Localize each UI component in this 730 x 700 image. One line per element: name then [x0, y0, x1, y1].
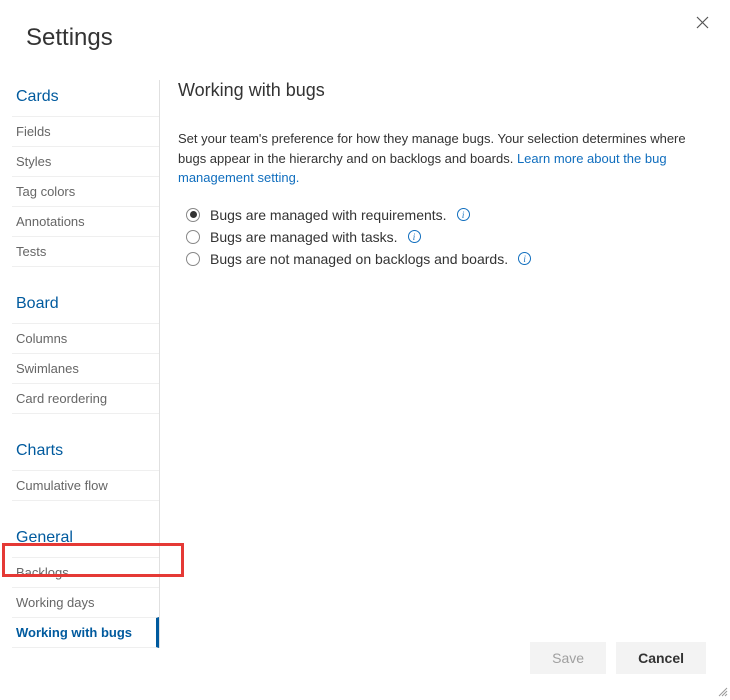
radio-input[interactable]: [186, 230, 200, 244]
sidebar-item-styles[interactable]: Styles: [12, 146, 159, 176]
radio-row-none[interactable]: Bugs are not managed on backlogs and boa…: [178, 248, 706, 270]
info-icon[interactable]: i: [457, 208, 470, 221]
radio-row-requirements[interactable]: Bugs are managed with requirements. i: [178, 204, 706, 226]
sidebar-item-annotations[interactable]: Annotations: [12, 206, 159, 236]
sidebar-item-working-days[interactable]: Working days: [12, 587, 159, 617]
save-button[interactable]: Save: [530, 642, 606, 674]
sidebar-section-charts: Charts: [12, 434, 159, 470]
bug-options-radio-group: Bugs are managed with requirements. i Bu…: [178, 204, 706, 270]
info-icon[interactable]: i: [408, 230, 421, 243]
sidebar-item-columns[interactable]: Columns: [12, 323, 159, 353]
radio-input[interactable]: [186, 252, 200, 266]
cancel-button[interactable]: Cancel: [616, 642, 706, 674]
radio-label: Bugs are not managed on backlogs and boa…: [210, 251, 508, 267]
dialog-footer: Save Cancel: [530, 642, 706, 674]
sidebar-item-card-reordering[interactable]: Card reordering: [12, 383, 159, 414]
sidebar-item-fields[interactable]: Fields: [12, 116, 159, 146]
radio-label: Bugs are managed with tasks.: [210, 229, 398, 245]
sidebar-section-board: Board: [12, 287, 159, 323]
radio-row-tasks[interactable]: Bugs are managed with tasks. i: [178, 226, 706, 248]
sidebar-section-cards: Cards: [12, 80, 159, 116]
main-panel: Working with bugs Set your team's prefer…: [160, 80, 730, 648]
sidebar-item-tag-colors[interactable]: Tag colors: [12, 176, 159, 206]
resize-grip-icon[interactable]: [716, 684, 728, 696]
sidebar-item-working-with-bugs[interactable]: Working with bugs: [12, 617, 159, 648]
panel-description: Set your team's preference for how they …: [178, 129, 706, 188]
close-icon[interactable]: [690, 10, 714, 34]
sidebar-item-backlogs[interactable]: Backlogs: [12, 557, 159, 587]
sidebar-section-general: General: [12, 521, 159, 557]
radio-input[interactable]: [186, 208, 200, 222]
sidebar-item-swimlanes[interactable]: Swimlanes: [12, 353, 159, 383]
sidebar-item-cumulative-flow[interactable]: Cumulative flow: [12, 470, 159, 501]
page-title: Settings: [0, 0, 730, 52]
info-icon[interactable]: i: [518, 252, 531, 265]
panel-title: Working with bugs: [178, 80, 706, 101]
settings-sidebar: Cards Fields Styles Tag colors Annotatio…: [0, 80, 160, 648]
sidebar-item-tests[interactable]: Tests: [12, 236, 159, 267]
radio-label: Bugs are managed with requirements.: [210, 207, 447, 223]
